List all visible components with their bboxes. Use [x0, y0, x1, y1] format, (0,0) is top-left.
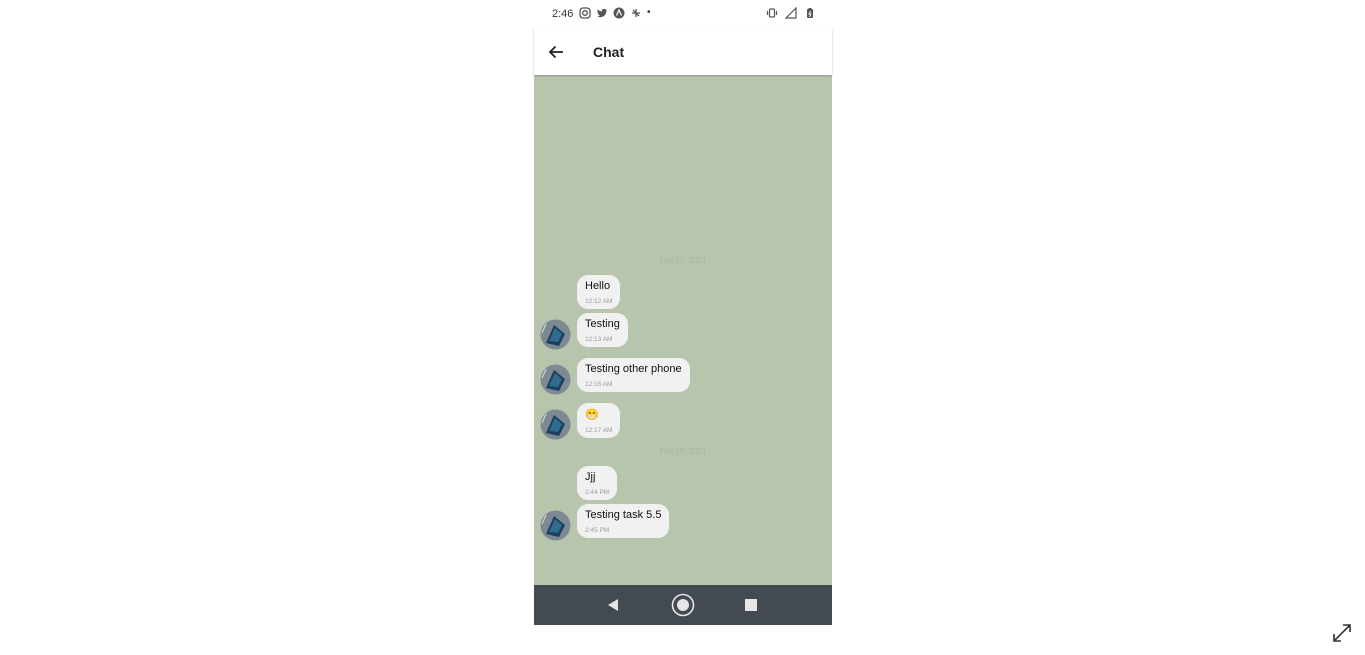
arrow-left-icon	[548, 45, 563, 59]
message-bubble[interactable]: Testing 12:13 AM	[577, 313, 628, 347]
system-icons	[766, 7, 816, 19]
avatar[interactable]	[540, 364, 571, 395]
message-time: 12:12 AM	[585, 298, 613, 305]
network-icon	[632, 9, 640, 17]
message-bubble[interactable]: Hello 12:12 AM	[577, 275, 621, 309]
twitter-icon	[597, 8, 608, 18]
avatar[interactable]	[540, 319, 571, 350]
status-time: 2:46	[552, 8, 574, 20]
message-text: 😁	[585, 409, 599, 421]
message-text: Jjj	[585, 471, 596, 483]
app-bar: Chat	[534, 28, 832, 75]
message-bubble[interactable]: Jjj 2:44 PM	[577, 466, 618, 500]
home-circle-icon	[671, 593, 695, 617]
message-time: 12:17 AM	[585, 427, 613, 434]
message-time: 12:16 AM	[585, 381, 613, 388]
more-dot-icon: •	[647, 7, 651, 18]
instagram-icon	[579, 7, 591, 19]
message-text: Testing task 5.5	[585, 509, 662, 521]
message-time: 2:44 PM	[585, 489, 610, 496]
recents-square-icon	[745, 599, 757, 611]
nav-recents-button[interactable]	[739, 593, 763, 617]
date-separator: Feb 17, 2021	[659, 256, 707, 265]
chat-messages-area[interactable]: Feb 17, 2021 Hello 12:12 AM Testing 12:1…	[534, 75, 832, 585]
battery-icon	[807, 8, 813, 18]
message-bubble[interactable]: Testing other phone 12:16 AM	[577, 358, 690, 392]
message-time: 2:45 PM	[585, 527, 610, 534]
signal-icon	[785, 7, 797, 19]
status-bar: 2:46 •	[534, 0, 832, 28]
message-text: Hello	[585, 280, 611, 292]
page-title: Chat	[593, 44, 625, 60]
back-triangle-icon	[608, 599, 618, 611]
vibrate-icon	[766, 8, 778, 18]
message-text: Testing	[585, 318, 620, 330]
message-bubble[interactable]: 😁 12:17 AM	[577, 403, 621, 438]
message-time: 12:13 AM	[585, 336, 613, 343]
message-bubble[interactable]: Testing task 5.5 2:45 PM	[577, 504, 670, 538]
app-icon	[613, 7, 625, 19]
expand-icon[interactable]	[1331, 622, 1353, 644]
date-separator: Feb 18, 2021	[659, 447, 707, 456]
avatar[interactable]	[540, 510, 571, 541]
phone-screen: 2:46 • Chat Feb 17, 2021 Hello 12:12 AM …	[534, 0, 832, 625]
navigation-bar	[534, 585, 832, 625]
notification-icons: •	[579, 7, 651, 19]
message-text: Testing other phone	[585, 363, 682, 375]
avatar[interactable]	[540, 409, 571, 440]
nav-home-button[interactable]	[671, 593, 695, 617]
nav-back-button[interactable]	[601, 593, 625, 617]
back-button[interactable]	[544, 40, 568, 64]
